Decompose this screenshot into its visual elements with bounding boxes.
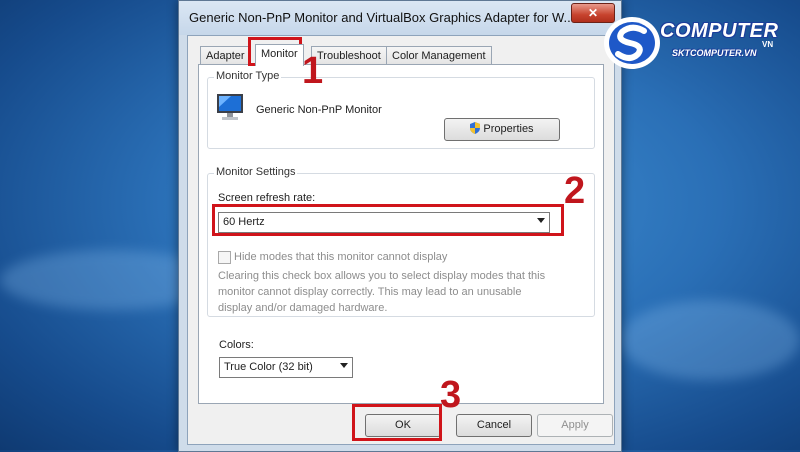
- note-line: monitor cannot display correctly. This m…: [218, 286, 522, 298]
- monitor-name: Generic Non-PnP Monitor: [256, 104, 382, 116]
- colors-value: True Color (32 bit): [224, 361, 313, 373]
- hide-modes-note: Clearing this check box allows you to se…: [218, 268, 578, 316]
- uac-shield-icon: [470, 122, 481, 134]
- properties-button[interactable]: Properties: [444, 118, 560, 141]
- title-bar[interactable]: Generic Non-PnP Monitor and VirtualBox G…: [179, 1, 621, 35]
- logo-subtext: SKTCOMPUTER.VN: [672, 48, 757, 58]
- cancel-button[interactable]: Cancel: [456, 414, 532, 437]
- refresh-rate-label: Screen refresh rate:: [218, 192, 316, 204]
- logo-text: COMPUTER: [660, 20, 779, 42]
- annotation-step-3: 3: [440, 374, 462, 416]
- colors-select[interactable]: True Color (32 bit): [219, 357, 353, 378]
- properties-label: Properties: [483, 123, 534, 135]
- note-line: Clearing this check box allows you to se…: [218, 270, 546, 282]
- annotation-box-refresh-rate: [212, 204, 564, 236]
- tab-monitor[interactable]: Monitor: [255, 44, 304, 66]
- brand-logo: COMPUTER VN SKTCOMPUTER.VN: [602, 14, 792, 72]
- monitor-type-heading: Monitor Type: [214, 70, 282, 82]
- monitor-type-group: Monitor Type Generic Non-PnP Monitor Pro…: [207, 70, 595, 149]
- colors-label: Colors:: [219, 339, 254, 351]
- monitor-icon: [217, 94, 243, 120]
- window-title: Generic Non-PnP Monitor and VirtualBox G…: [189, 10, 575, 25]
- monitor-settings-group: Monitor Settings Screen refresh rate: 60…: [207, 166, 595, 317]
- monitor-settings-heading: Monitor Settings: [214, 166, 298, 178]
- annotation-step-1: 1: [302, 50, 324, 92]
- tab-color-management[interactable]: Color Management: [386, 46, 492, 65]
- annotation-step-2: 2: [564, 170, 586, 212]
- dialog-client: Adapter Monitor Troubleshoot Color Manag…: [187, 35, 615, 445]
- apply-button[interactable]: Apply: [537, 414, 613, 437]
- logo-tag: VN: [762, 40, 774, 49]
- note-line: display and/or damaged hardware.: [218, 302, 388, 314]
- hide-modes-checkbox[interactable]: [218, 251, 231, 264]
- hide-modes-label: Hide modes that this monitor cannot disp…: [234, 251, 448, 263]
- wallpaper-streak: [620, 300, 800, 380]
- logo-s-icon: [604, 17, 660, 69]
- tab-adapter[interactable]: Adapter: [200, 46, 251, 65]
- annotation-box-ok: [352, 404, 442, 441]
- dropdown-arrow-icon: [340, 363, 348, 368]
